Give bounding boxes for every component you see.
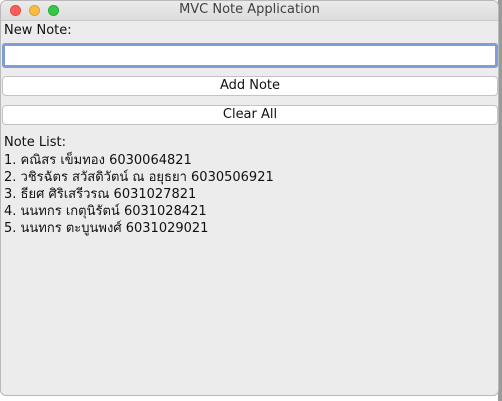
title-bar[interactable]: MVC Note Application — [1, 1, 498, 21]
note-list-label: Note List: — [4, 135, 67, 150]
list-item: 4. นนทกร เกตุนิรัตน์ 6031028421 — [4, 204, 207, 219]
new-note-label: New Note: — [4, 23, 72, 38]
list-item: 3. ธียศ ศิริเสรีวรณ 6031027821 — [4, 187, 197, 202]
note-list: 1. คณิสร เข็มทอง 6030064821 2. วชิรฉัตร … — [4, 152, 274, 237]
main-content: New Note: Add Note Clear All Note List: … — [1, 21, 498, 395]
app-window: MVC Note Application New Note: Add Note … — [0, 0, 499, 396]
list-item: 1. คณิสร เข็มทอง 6030064821 — [4, 153, 192, 168]
window-title: MVC Note Application — [179, 2, 320, 17]
list-item: 5. นนทกร ตะบูนพงศ์ 6031029021 — [4, 221, 209, 236]
add-note-button[interactable]: Add Note — [2, 76, 498, 96]
clear-all-button[interactable]: Clear All — [2, 105, 498, 125]
new-note-input[interactable] — [2, 43, 498, 68]
list-item: 2. วชิรฉัตร สวัสดิวัตน์ ณ อยุธยา 6030506… — [4, 170, 274, 185]
